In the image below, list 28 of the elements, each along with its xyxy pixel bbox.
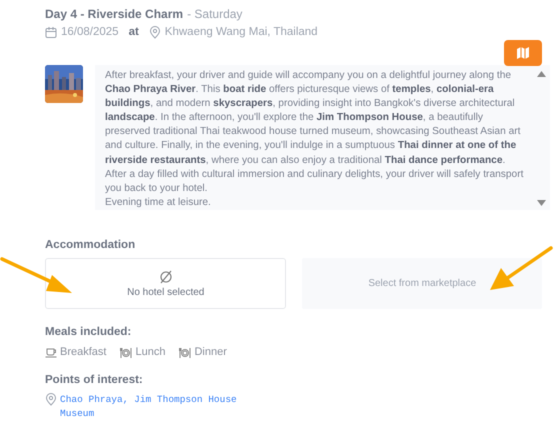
- calendar-icon: [45, 26, 57, 38]
- day-title: Day 4 - Riverside Charm: [45, 7, 184, 21]
- cup-icon: [45, 346, 57, 358]
- section-heading: Points of interest:: [45, 374, 144, 386]
- scroll-down-icon: [537, 200, 546, 206]
- empty-message: No hotel selected: [127, 286, 204, 298]
- plate-cutlery-icon: [120, 346, 132, 358]
- arrow: [488, 246, 554, 292]
- meal-label: Breakfast: [60, 346, 106, 358]
- description-text: After breakfast, your driver and guide will accompany you on a delightful journey along the Chao Phraya River. This boat ride offers picturesque views of temples, colonial-era buildings, and modern skyscrapers, providing insight into Bangkok's diverse architectural landscape. In the afternoon, you'll explore the Jim Thompson House, a beautifully preserved traditional Thai teakwood house turned museum, showcasing Southeast Asian art and culture. Finally, in the evening, you'll indulge in a sumptuous Thai dinner at one of the riverside restaurants, where you can also enjoy a traditional Thai dance performance. After a day filled with cultural immersion and culinary delights, your driver will safely transport you back to your hotel.: [105, 69, 524, 196]
- at-label: at: [128, 25, 139, 40]
- meal-label: Lunch: [135, 346, 166, 358]
- location-pin-icon: [148, 26, 161, 38]
- poi-link[interactable]: Chao Phraya, Jim Thompson House Museum: [60, 393, 240, 421]
- date-text: 16/08/2025: [61, 25, 119, 40]
- location-pin-icon: [45, 393, 57, 406]
- map-icon: [516, 46, 530, 60]
- marketplace-button[interactable]: Select from marketplace: [302, 258, 542, 309]
- empty-set-icon: [158, 270, 173, 284]
- section-heading: Meals included:: [45, 326, 132, 338]
- scroll-up-icon: [537, 71, 546, 77]
- meal-label: Dinner: [194, 346, 227, 358]
- map-button[interactable]: [504, 40, 542, 66]
- weekday-label: - Saturday: [187, 7, 242, 21]
- location-text: Khwaeng Wang Mai, Thailand: [164, 25, 318, 40]
- section-heading: Accommodation: [45, 239, 136, 251]
- plate-cutlery-icon: [179, 346, 192, 358]
- description-text: Evening time at leisure.: [105, 196, 212, 210]
